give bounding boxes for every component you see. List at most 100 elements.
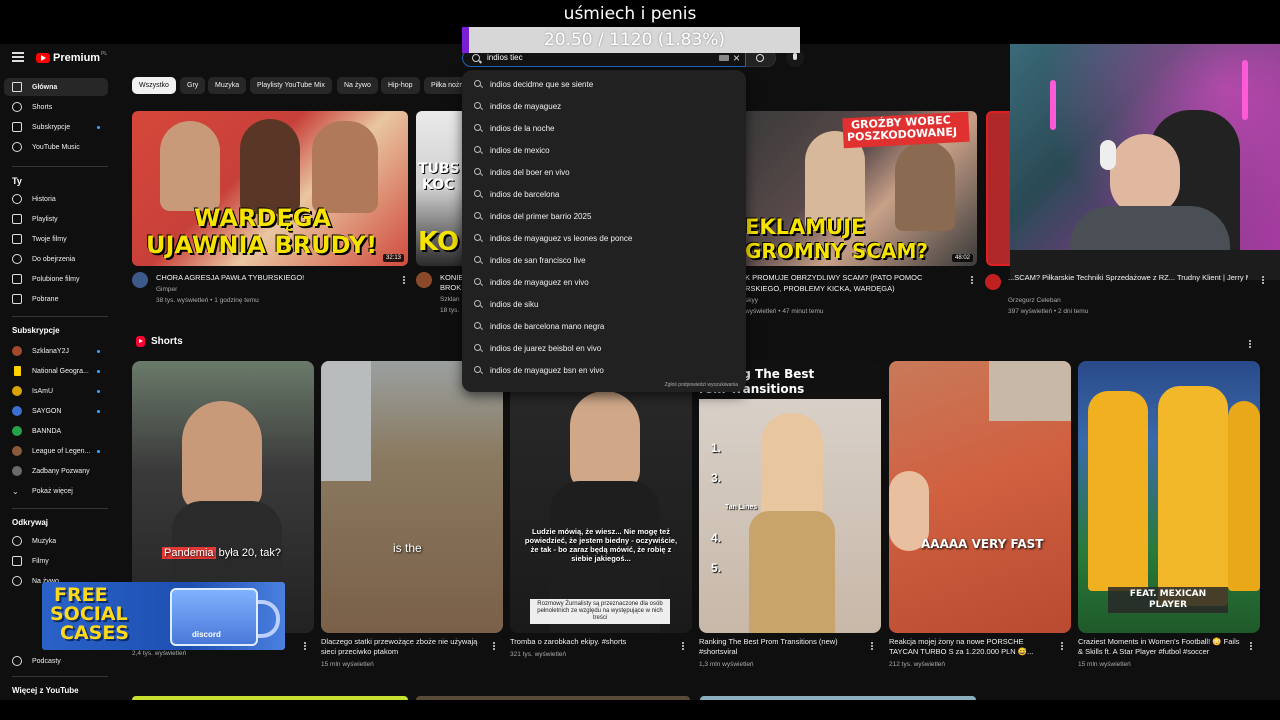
short-thumbnail[interactable]: Ludzie mówią, że wiesz... Nie mogę też p… [510, 361, 692, 633]
more-options-icon[interactable] [1249, 343, 1251, 345]
sidebar-item-films[interactable]: Filmy [4, 552, 108, 570]
sidebar-item-music[interactable]: Muzyka [4, 532, 108, 550]
suggestion-item[interactable]: indios del boer en vivo [462, 161, 746, 183]
channel-name[interactable]: Gimper [156, 284, 177, 295]
video-title[interactable]: CHORA AGRESJA PAWŁA TYBURSKIEGO! [156, 273, 396, 283]
sidebar-item-sub[interactable]: IsAmU [4, 382, 108, 400]
chip-games[interactable]: Gry [180, 77, 206, 94]
short-caption: AAAAA VERY FAST [921, 537, 1044, 551]
more-options-icon[interactable] [1061, 645, 1063, 647]
suggestion-item[interactable]: indios de siku [462, 293, 746, 315]
sidebar-item-sub[interactable]: BANNDA [4, 422, 108, 440]
sidebar-item-label: National Geogra... [32, 367, 89, 375]
short-title[interactable]: Dlaczego statki przewożące zboże nie uży… [321, 637, 486, 657]
chip-all[interactable]: Wszystko [132, 77, 176, 94]
sidebar-item-podcasts[interactable]: Podcasty [4, 652, 108, 670]
list-number: 1. [711, 441, 722, 455]
sidebar-item-history[interactable]: Historia [4, 190, 108, 208]
sidebar-item-sub[interactable]: Zadbany Pozwany [4, 462, 108, 480]
sidebar-item-watch-later[interactable]: Do obejrzenia [4, 250, 108, 268]
more-options-icon[interactable] [1262, 279, 1264, 281]
sidebar-item-show-more[interactable]: ⌄ Pokaż więcej [4, 482, 108, 500]
sidebar-item-youtube-music[interactable]: YouTube Music [4, 138, 108, 156]
short-title[interactable]: Tromba o zarobkach ekipy. #shorts [510, 637, 675, 647]
more-options-icon[interactable] [304, 645, 306, 647]
suggestion-item[interactable]: indios del primer barrio 2025 [462, 205, 746, 227]
channel-name[interactable]: skyy [745, 295, 758, 306]
channel-name[interactable]: Szklan [440, 294, 460, 305]
new-content-dot [97, 125, 100, 129]
search-icon [474, 322, 481, 329]
suggestion-item[interactable]: indios de mayaguez [462, 95, 746, 117]
chevron-down-icon: ⌄ [12, 486, 19, 496]
sidebar-heading-subscriptions[interactable]: Subskrypcje [12, 326, 60, 335]
short-caption: FEAT. MEXICAN PLAYER [1108, 587, 1228, 613]
suggestion-item[interactable]: indios de juarez beisbol en vivo [462, 337, 746, 359]
sidebar-item-label: Subskrypcje [32, 123, 71, 131]
suggestion-item[interactable]: indios de mexico [462, 139, 746, 161]
sidebar-item-downloads[interactable]: Pobrane [4, 290, 108, 308]
music-icon [12, 142, 22, 152]
sidebar-item-playlists[interactable]: Playlisty [4, 210, 108, 228]
sidebar-item-subscriptions[interactable]: Subskrypcje [4, 118, 108, 136]
suggestion-item[interactable]: indios de barcelona [462, 183, 746, 205]
video-title[interactable]: ...SCAM? Piłkarskie Techniki Sprzedażowe… [1008, 273, 1248, 283]
webcam-overlay [1010, 40, 1280, 280]
sidebar-item-liked-videos[interactable]: Polubione filmy [4, 270, 108, 288]
more-options-icon[interactable] [403, 279, 405, 281]
more-options-icon[interactable] [971, 279, 973, 281]
video-thumbnail[interactable]: WARDĘGA UJAWNIA BRUDY! 32:13 [132, 111, 408, 266]
video-title-line2[interactable]: RSKIEGO, PROBLEMY KICKA, WARDĘGA) [745, 284, 965, 294]
short-thumbnail[interactable]: AAAAA VERY FAST [889, 361, 1071, 633]
chip-playlists-mix[interactable]: Playlisty YouTube Mix [250, 77, 332, 94]
video-icon [12, 234, 22, 244]
suggestion-item[interactable]: indios de barcelona mano negra [462, 315, 746, 337]
video-title[interactable]: K PROMUJE OBRZYDLIWY SCAM? (PATO POMOC [745, 273, 965, 283]
sidebar-item-shorts[interactable]: Shorts [4, 98, 108, 116]
short-thumbnail[interactable]: is the [321, 361, 503, 633]
more-options-icon[interactable] [1250, 645, 1252, 647]
suggestion-item[interactable]: indios de la noche [462, 117, 746, 139]
free-cases-ad[interactable]: FREE SOCIAL CASES discord [42, 582, 285, 650]
sidebar-item-sub[interactable]: SAYGON [4, 402, 108, 420]
more-options-icon[interactable] [682, 645, 684, 647]
more-options-icon[interactable] [493, 645, 495, 647]
youtube-logo[interactable]: Premium PL [36, 50, 107, 66]
keyboard-icon[interactable] [719, 55, 729, 61]
report-suggestions-link[interactable]: Zgłoś podpowiedzi wyszukiwania [665, 382, 738, 388]
sidebar-item-sub[interactable]: League of Legen... [4, 442, 108, 460]
video-meta: 38 tys. wyświetleń • 1 godzinę temu [156, 297, 259, 304]
short-title[interactable]: Craziest Moments in Women's Football! 😳 … [1078, 637, 1243, 657]
short-thumbnail[interactable]: anking The Best rom Transitions 1. 3. Ta… [699, 361, 881, 633]
search-icon [474, 212, 481, 219]
suggestion-item[interactable]: indios de mayaguez bsn en vivo [462, 359, 746, 381]
suggestion-item[interactable]: indios de mayaguez en vivo [462, 271, 746, 293]
thumbnail-text: GROMNY SCAM? [745, 239, 928, 263]
suggestion-item[interactable]: indios de mayaguez vs leones de ponce [462, 227, 746, 249]
new-content-dot [97, 369, 100, 373]
avatar[interactable] [985, 274, 1001, 290]
avatar[interactable] [416, 272, 432, 288]
menu-icon[interactable] [12, 52, 24, 62]
more-options-icon[interactable] [871, 645, 873, 647]
suggestion-item[interactable]: indios decidme que se siente [462, 73, 746, 95]
chip-music[interactable]: Muzyka [208, 77, 247, 94]
sidebar-item-sub[interactable]: SzklanaY2J [4, 342, 108, 360]
list-number: 5. [711, 561, 722, 575]
avatar[interactable] [132, 272, 148, 288]
short-thumbnail[interactable]: FEAT. MEXICAN PLAYER [1078, 361, 1260, 633]
suggestion-item[interactable]: indios de san francisco live [462, 249, 746, 271]
sidebar-item-label: Do obejrzenia [32, 255, 76, 263]
sidebar-item-home[interactable]: Główna [4, 78, 108, 96]
sidebar-heading-you[interactable]: Ty [12, 176, 22, 186]
channel-name[interactable]: Grzegorz Celeban [1008, 295, 1061, 306]
close-icon[interactable]: × [733, 51, 740, 65]
chip-live[interactable]: Na żywo [337, 77, 378, 94]
sidebar-item-label: Polubione filmy [32, 275, 80, 283]
chip-hiphop[interactable]: Hip-hop [381, 77, 420, 94]
short-title[interactable]: Ranking The Best Prom Transitions (new) … [699, 637, 864, 657]
video-thumbnail[interactable]: GROŹBY WOBEC POSZKODOWANEJ EKLAMUJE GROM… [745, 111, 977, 266]
short-title[interactable]: Reakcja mojej żony na nowe PORSCHE TAYCA… [889, 637, 1054, 657]
sidebar-item-your-videos[interactable]: Twoje filmy [4, 230, 108, 248]
sidebar-item-sub[interactable]: National Geogra... [4, 362, 108, 380]
